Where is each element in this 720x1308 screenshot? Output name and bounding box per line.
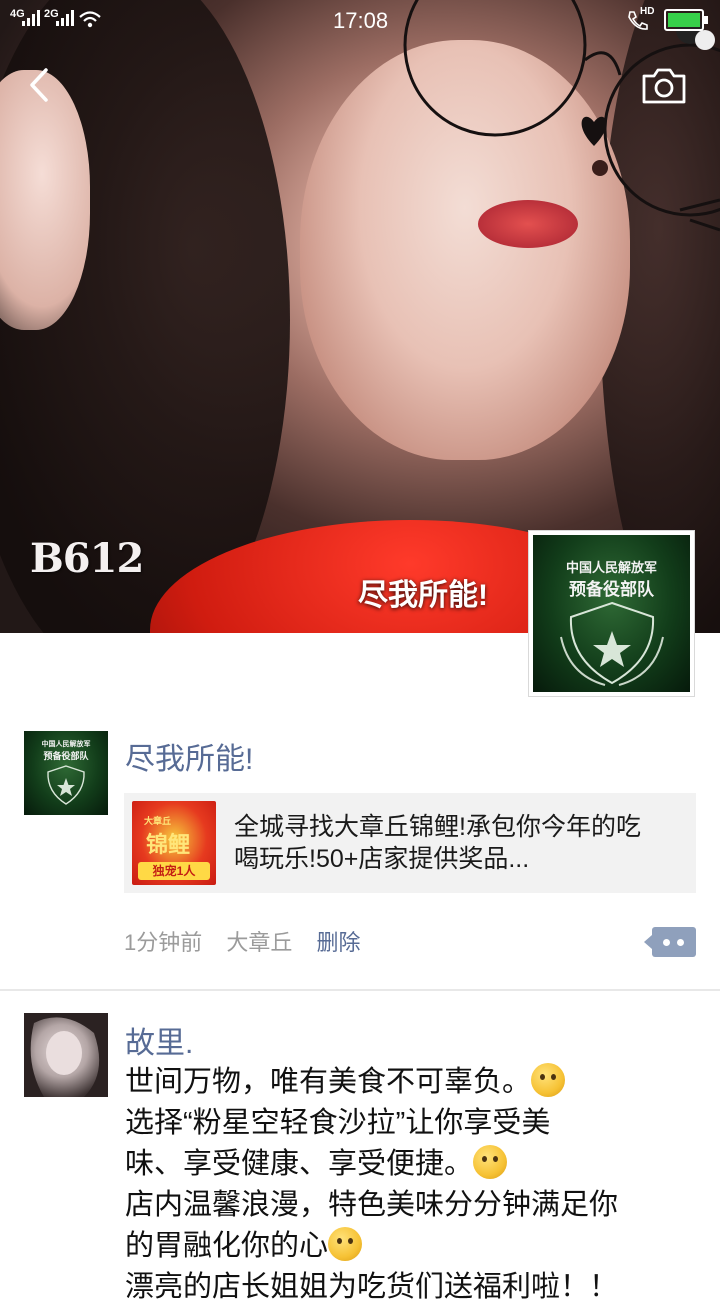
b612-watermark: B612 bbox=[30, 535, 144, 582]
post2-author-name[interactable]: 故里. bbox=[125, 1018, 193, 1062]
camera-button[interactable] bbox=[640, 66, 688, 106]
post2-text: 世间万物，唯有美食不可辜负。 选择“粉星空轻食沙拉”让你享受美 味、享受健康、享… bbox=[125, 1062, 695, 1308]
thumb-main-text: 锦鲤 bbox=[146, 832, 191, 858]
army-emblem-image-small: 中国人民解放军 预备役部队 bbox=[24, 731, 108, 815]
camera-icon bbox=[642, 68, 686, 104]
profile-avatar[interactable]: 中国人民解放军 预备役部队 bbox=[528, 530, 695, 697]
smug-emoji-icon bbox=[473, 1145, 508, 1179]
shared-link-card[interactable]: 大章丘 锦鲤 独宠1人 全城寻找大章丘锦鲤!承包你今年的吃 喝玩乐!50+店家提… bbox=[124, 793, 696, 893]
more-icon-dot bbox=[677, 939, 684, 946]
thumb-top-text: 大章丘 bbox=[144, 816, 172, 826]
moment-location[interactable]: 大章丘 bbox=[226, 930, 292, 955]
more-button[interactable] bbox=[644, 927, 696, 957]
post2-line: 店内温馨浪漫，特色美味分分钟满足你 bbox=[125, 1189, 619, 1221]
emblem-small-line1: 中国人民解放军 bbox=[41, 739, 91, 748]
link-thumbnail: 大章丘 锦鲤 独宠1人 bbox=[132, 801, 216, 885]
emblem-shield-icon bbox=[560, 601, 664, 686]
cover-name: 尽我所能! bbox=[358, 579, 488, 612]
moment-author-avatar[interactable]: 中国人民解放军 预备役部队 bbox=[24, 731, 108, 815]
post2-author-avatar[interactable] bbox=[24, 1013, 108, 1097]
wink-emoji-icon bbox=[328, 1227, 363, 1261]
army-emblem-image: 中国人民解放军 预备役部队 bbox=[533, 535, 690, 692]
post2-line: 漂亮的店长姐姐为吃货们送福利啦！！ bbox=[125, 1271, 619, 1303]
back-icon bbox=[30, 68, 48, 102]
hd-badge: HD bbox=[640, 6, 655, 17]
status-bar: 4G 2G 17:08 HD bbox=[0, 0, 720, 40]
post2-line: 选择“粉星空轻食沙拉”让你享受美 bbox=[125, 1107, 551, 1139]
post2-line: 世间万物，唯有美食不可辜负。 bbox=[125, 1062, 695, 1103]
more-arrow bbox=[644, 935, 652, 949]
emblem-small-line2: 预备役部队 bbox=[43, 752, 89, 762]
grin-emoji-icon bbox=[531, 1063, 566, 1097]
signal-bars-icon bbox=[22, 10, 40, 26]
post2-line: 的胃融化你的心 bbox=[125, 1226, 695, 1267]
emblem-line1: 中国人民解放军 bbox=[565, 561, 657, 576]
moment-meta: 1分钟前 大章丘 删除 bbox=[124, 925, 379, 957]
delete-link[interactable]: 删除 bbox=[317, 930, 361, 955]
moment-time: 1分钟前 bbox=[124, 930, 203, 955]
emblem-small-shield-icon bbox=[47, 765, 85, 805]
moment-author-name[interactable]: 尽我所能! bbox=[125, 734, 253, 778]
battery-icon bbox=[664, 9, 708, 31]
post2-line: 味、享受健康、享受便捷。 bbox=[125, 1144, 695, 1185]
signal-bars-2-icon bbox=[56, 10, 74, 26]
link-title-line2: 喝玩乐!50+店家提供奖品... bbox=[234, 845, 530, 873]
link-title-line1: 全城寻找大章丘锦鲤!承包你今年的吃 bbox=[234, 813, 641, 841]
more-icon bbox=[663, 939, 670, 946]
status-time: 17:08 bbox=[333, 8, 389, 33]
link-title: 全城寻找大章丘锦鲤!承包你今年的吃 喝玩乐!50+店家提供奖品... bbox=[234, 811, 689, 875]
avatar-photo bbox=[24, 1013, 108, 1097]
thumb-bottom-text: 独宠1人 bbox=[138, 862, 210, 880]
divider bbox=[0, 989, 720, 991]
back-button[interactable] bbox=[22, 60, 62, 110]
wifi-icon bbox=[79, 11, 101, 28]
